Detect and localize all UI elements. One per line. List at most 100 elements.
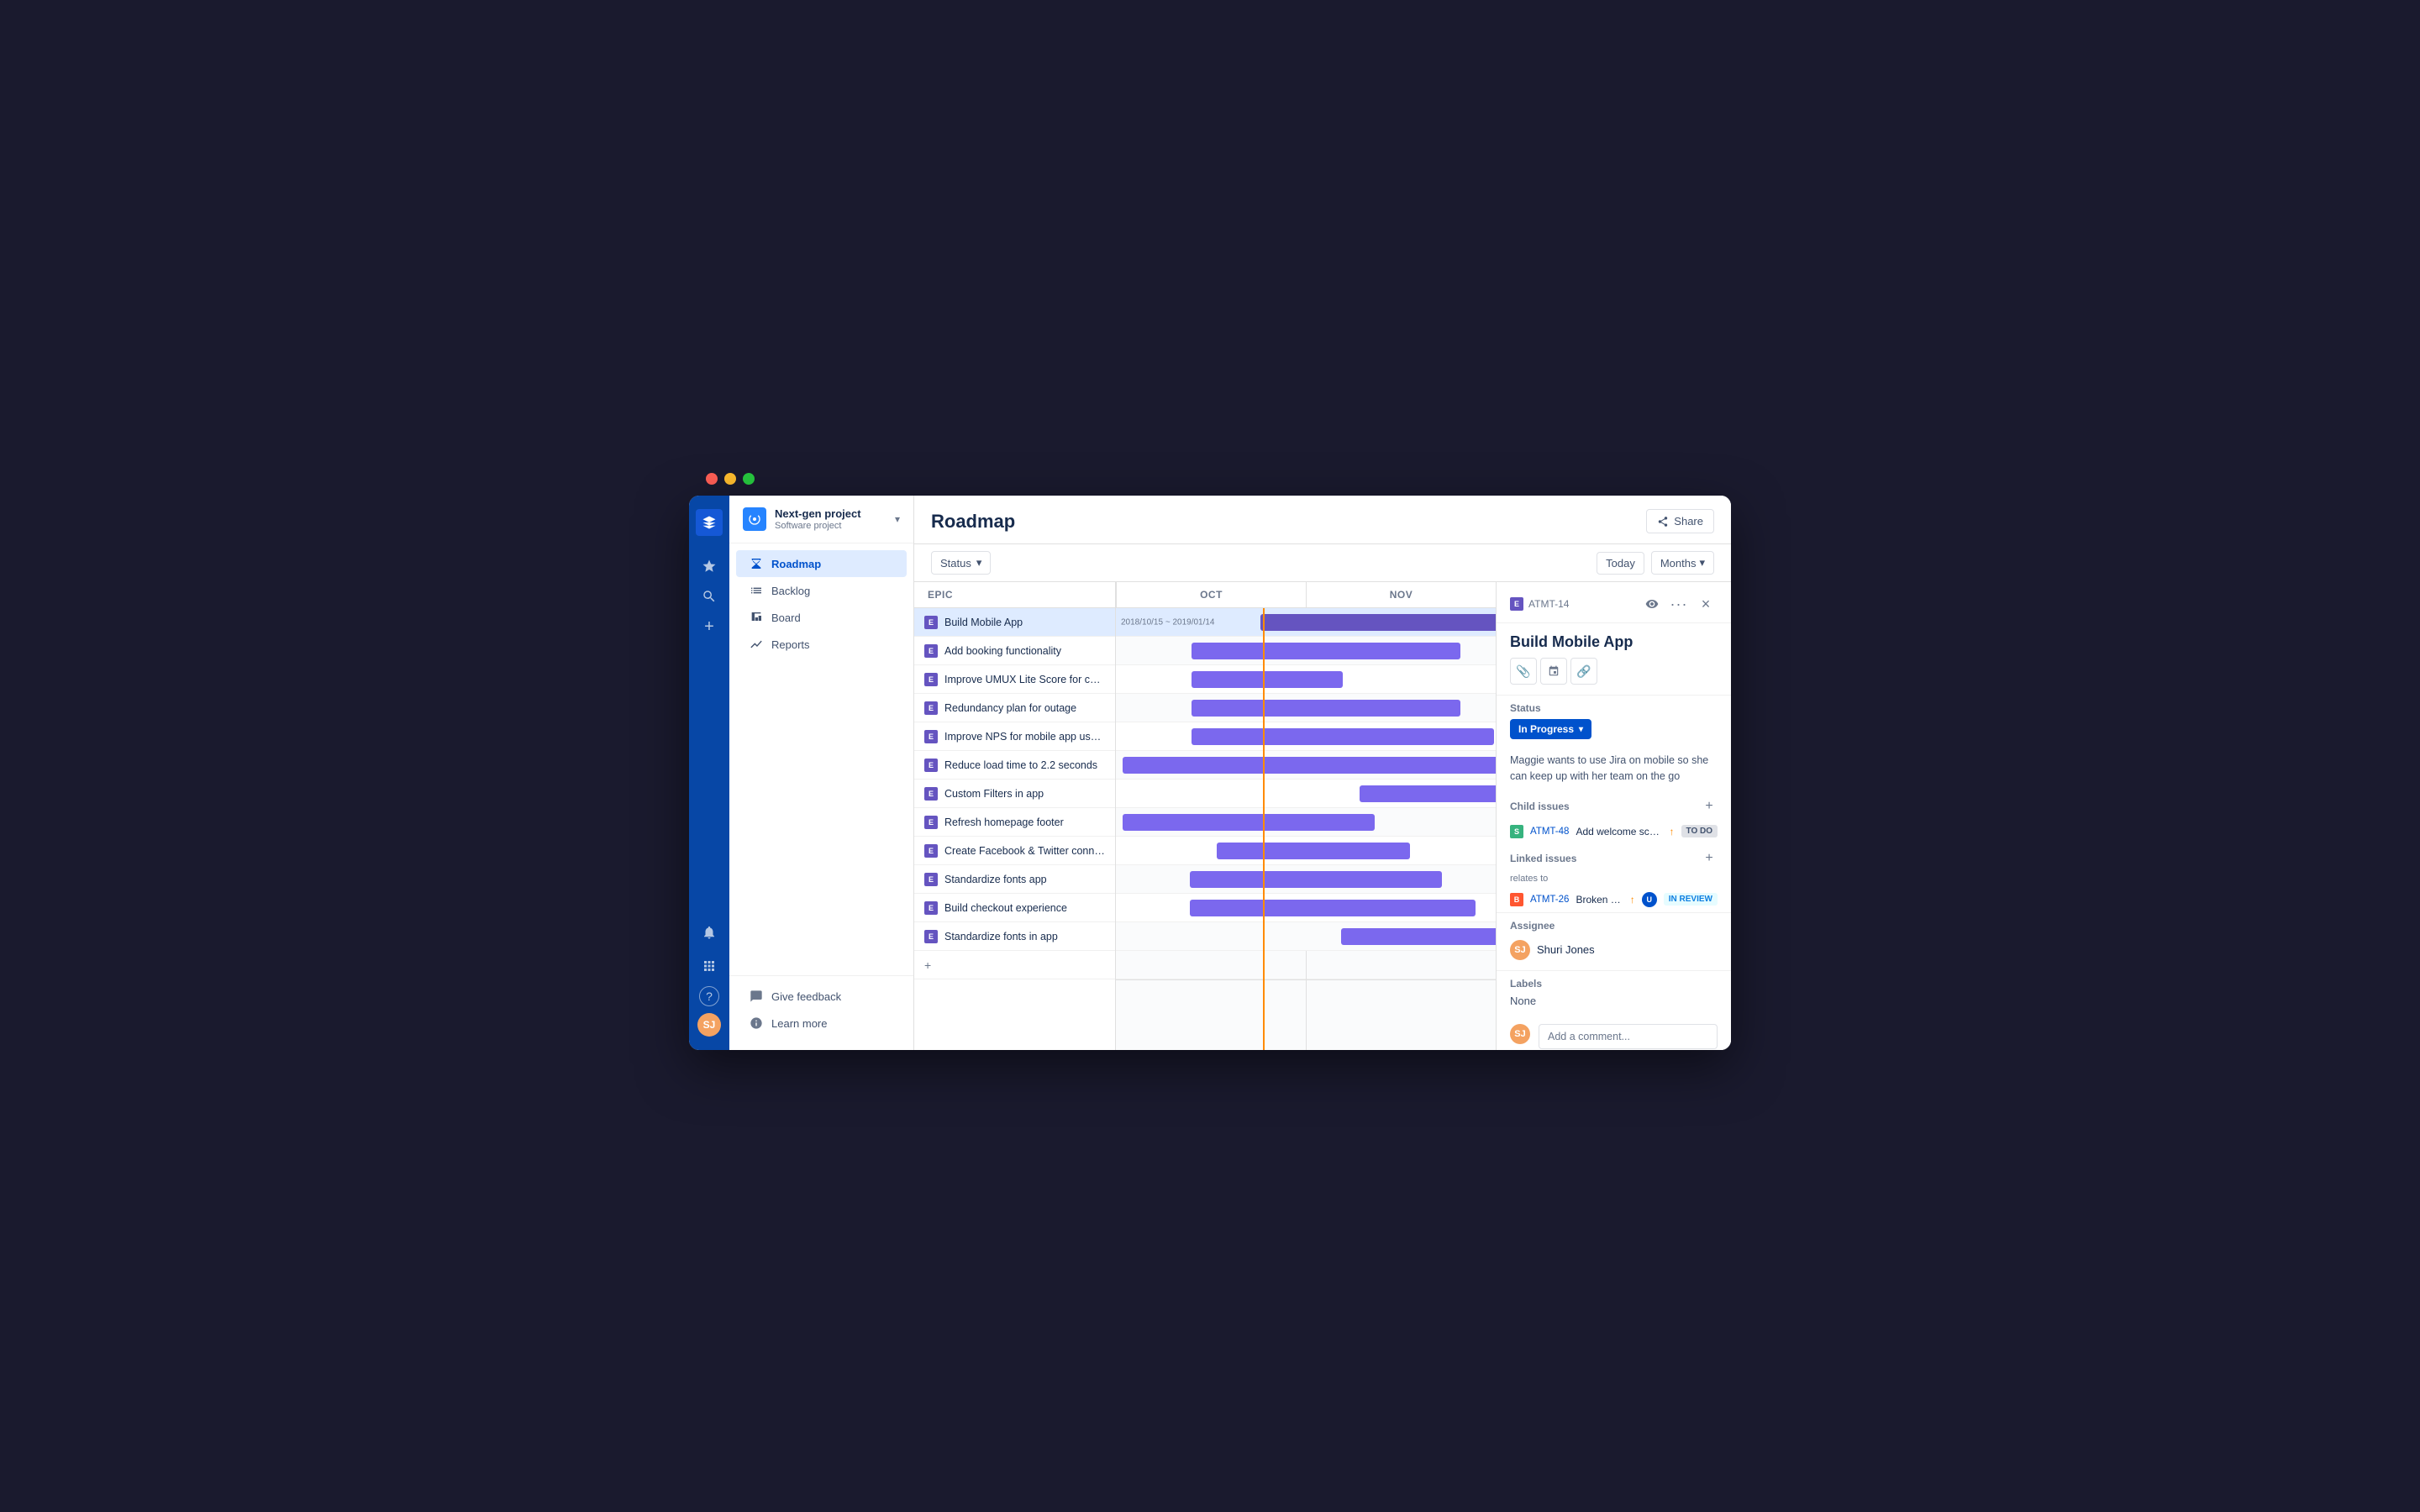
gantt-bar-1[interactable] [1260, 614, 1496, 631]
epic-row-4[interactable]: E Redundancy plan for outage [914, 694, 1115, 722]
gantt-body: E Build Mobile App E Add booking functio… [914, 608, 1496, 1050]
months-button[interactable]: Months ▾ [1651, 551, 1714, 575]
comment-section: SJ Add a comment... [1497, 1014, 1731, 1051]
child-issue-id: ATMT-48 [1530, 827, 1569, 837]
sidebar-item-reports[interactable]: Reports [736, 631, 907, 658]
project-type: Software project [775, 521, 886, 531]
gantt-bar-11[interactable] [1190, 900, 1476, 916]
search-icon[interactable] [696, 583, 723, 610]
sidebar-item-board[interactable]: Board [736, 604, 907, 631]
attachment-button[interactable]: 📎 [1510, 658, 1537, 685]
main-content: Roadmap Share Status ▾ Today [914, 496, 1731, 1050]
epic-row-7[interactable]: E Custom Filters in app [914, 780, 1115, 808]
epic-row-1[interactable]: E Build Mobile App [914, 608, 1115, 637]
epic-label-3: Improve UMUX Lite Score for checko... [944, 674, 1105, 685]
project-selector[interactable]: Next-gen project Software project ▾ [729, 496, 913, 543]
epic-row-2[interactable]: E Add booking functionality [914, 637, 1115, 665]
sidebar-item-roadmap[interactable]: Roadmap [736, 550, 907, 577]
comment-input[interactable]: Add a comment... [1539, 1024, 1718, 1049]
panel-title: Build Mobile App [1497, 623, 1731, 658]
logo-icon[interactable] [696, 509, 723, 536]
gantt-bar-5[interactable] [1192, 728, 1494, 745]
project-chevron-icon: ▾ [895, 513, 900, 525]
more-button[interactable]: ··· [1667, 592, 1691, 616]
traffic-light-red[interactable] [706, 473, 718, 485]
gantt-bar-4[interactable] [1192, 700, 1460, 717]
add-linked-issue-button[interactable]: + [1701, 850, 1718, 867]
filter-label: Status [940, 557, 971, 570]
epic-icon-7: E [924, 787, 938, 801]
epic-icon-11: E [924, 901, 938, 915]
epic-icon-12: E [924, 930, 938, 943]
epic-label-7: Custom Filters in app [944, 788, 1105, 800]
sidebar-board-label: Board [771, 612, 801, 624]
sidebar-reports-label: Reports [771, 638, 810, 651]
labels-section: Labels None [1497, 970, 1731, 1014]
apps-icon[interactable] [696, 953, 723, 979]
gantt-bar-6[interactable] [1123, 757, 1496, 774]
notifications-icon[interactable] [696, 919, 723, 946]
bar-row-11 [1116, 894, 1496, 922]
app-window: + ? SJ Next-gen project [689, 496, 1731, 1050]
ticket-id-area: E ATMT-14 [1510, 597, 1569, 611]
today-button[interactable]: Today [1597, 552, 1644, 575]
help-icon[interactable]: ? [699, 986, 719, 1006]
epic-row-9[interactable]: E Create Facebook & Twitter connector [914, 837, 1115, 865]
add-icon[interactable]: + [696, 613, 723, 640]
gantt-bar-12[interactable] [1341, 928, 1496, 945]
linked-issue-name: Broken status ind... [1576, 894, 1623, 906]
assignee-section: Assignee SJ Shuri Jones [1497, 912, 1731, 970]
epic-row-8[interactable]: E Refresh homepage footer [914, 808, 1115, 837]
feedback-item[interactable]: Give feedback [736, 983, 907, 1010]
gantt-header: Epic OCT NOV [914, 582, 1496, 608]
linked-issue-id: ATMT-26 [1530, 895, 1569, 905]
months-chevron-icon: ▾ [1699, 556, 1705, 570]
link-button[interactable]: 🔗 [1570, 658, 1597, 685]
status-filter-button[interactable]: Status ▾ [931, 551, 991, 575]
close-button[interactable]: × [1694, 592, 1718, 616]
starred-icon[interactable] [696, 553, 723, 580]
gantt-bar-2[interactable] [1192, 643, 1460, 659]
view-button[interactable] [1640, 592, 1664, 616]
child-issues-button[interactable] [1540, 658, 1567, 685]
assignee-row[interactable]: SJ Shuri Jones [1510, 937, 1718, 963]
labels-value: None [1510, 995, 1718, 1007]
panel-description: Maggie wants to use Jira on mobile so sh… [1497, 746, 1731, 791]
commenter-avatar: SJ [1510, 1024, 1530, 1044]
epic-row-5[interactable]: E Improve NPS for mobile app users by ..… [914, 722, 1115, 751]
user-avatar[interactable]: SJ [697, 1013, 721, 1037]
add-child-issue-button[interactable]: + [1701, 798, 1718, 815]
filter-chevron-icon: ▾ [976, 556, 982, 570]
gantt-bar-9[interactable] [1217, 843, 1410, 859]
sidebar-backlog-label: Backlog [771, 585, 810, 597]
epic-row-10[interactable]: E Standardize fonts app [914, 865, 1115, 894]
epic-icon-3: E [924, 673, 938, 686]
add-epic-row[interactable]: + [914, 951, 1115, 979]
child-issue-row[interactable]: S ATMT-48 Add welcome screen for m... ↑ … [1497, 820, 1731, 843]
epic-row-6[interactable]: E Reduce load time to 2.2 seconds [914, 751, 1115, 780]
epic-row-3[interactable]: E Improve UMUX Lite Score for checko... [914, 665, 1115, 694]
epic-row-11[interactable]: E Build checkout experience [914, 894, 1115, 922]
epic-label-5: Improve NPS for mobile app users by ... [944, 731, 1105, 743]
panel-actions: ··· × [1640, 592, 1718, 616]
epic-row-12[interactable]: E Standardize fonts in app [914, 922, 1115, 951]
traffic-light-yellow[interactable] [724, 473, 736, 485]
epic-label-6: Reduce load time to 2.2 seconds [944, 759, 1105, 771]
roadmap-header: Roadmap Share [914, 496, 1731, 544]
learn-more-item[interactable]: Learn more [736, 1010, 907, 1037]
traffic-light-green[interactable] [743, 473, 755, 485]
child-issue-status-badge: TO DO [1681, 825, 1718, 837]
epic-icon-6: E [924, 759, 938, 772]
epic-icon-5: E [924, 730, 938, 743]
share-button[interactable]: Share [1646, 509, 1714, 533]
gantt-bar-3[interactable] [1192, 671, 1343, 688]
gantt-bar-7[interactable] [1360, 785, 1496, 802]
gantt-labels: E Build Mobile App E Add booking functio… [914, 608, 1116, 1050]
bar-row-2 [1116, 637, 1496, 665]
status-badge[interactable]: In Progress ▾ [1510, 719, 1591, 739]
gantt-bar-10[interactable] [1190, 871, 1442, 888]
status-value: In Progress [1518, 723, 1574, 735]
gantt-bar-8[interactable] [1123, 814, 1375, 831]
linked-issue-row[interactable]: B ATMT-26 Broken status ind... ↑ U IN RE… [1497, 887, 1731, 912]
sidebar-item-backlog[interactable]: Backlog [736, 577, 907, 604]
